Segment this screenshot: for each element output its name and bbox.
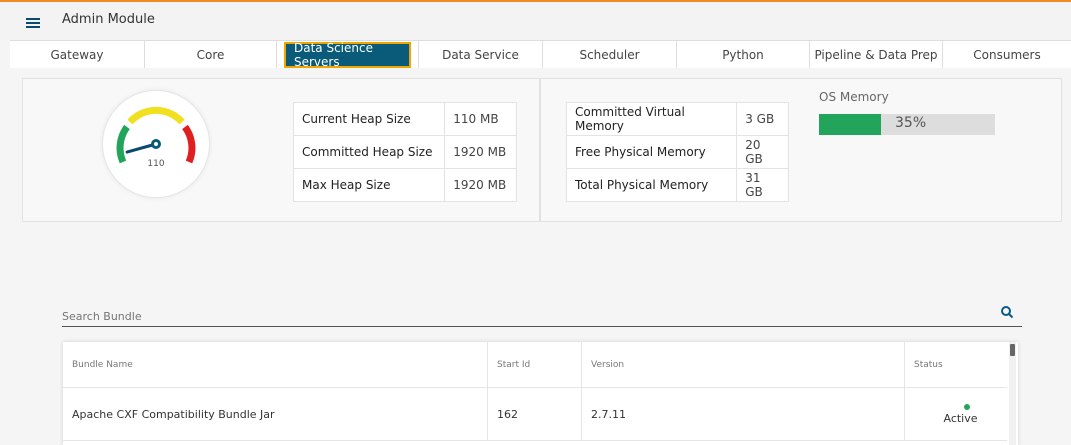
tab-consumers[interactable]: Consumers [943, 41, 1071, 68]
tab-python[interactable]: Python [677, 41, 810, 68]
heap-label: Current Heap Size [292, 102, 446, 136]
gauge-dial [116, 106, 196, 164]
search-icon[interactable] [1000, 305, 1014, 319]
search-bar [62, 305, 1022, 327]
status-text: Active [943, 411, 978, 425]
tab-label: Data Service [442, 47, 519, 62]
memory-value: 3 GB [736, 102, 789, 136]
memory-panel: Committed Virtual Memory 3 GB Free Physic… [540, 78, 1062, 222]
scroll-thumb[interactable] [1010, 344, 1015, 356]
table-row: Total Physical Memory 31 GB [565, 168, 789, 202]
table-header-row: Bundle Name Start Id Version Status [63, 342, 1007, 388]
tab-label: Core [196, 47, 225, 62]
table-scrollbar[interactable] [1009, 342, 1016, 445]
tab-label: Python [722, 47, 764, 62]
tab-label: Data Science Servers [284, 41, 411, 69]
memory-table: Committed Virtual Memory 3 GB Free Physic… [565, 102, 789, 202]
tab-label: Pipeline & Data Prep [814, 47, 938, 62]
tab-label: Scheduler [579, 47, 640, 62]
status-active-icon [964, 403, 970, 410]
heap-value: 110 MB [444, 102, 517, 136]
memory-label: Committed Virtual Memory [565, 102, 738, 136]
gauge-value: 110 [147, 159, 165, 169]
table-row: Max Heap Size 1920 MB [292, 168, 517, 202]
table-row[interactable]: Apache CXF Compatibility Bundle Jar 162 … [63, 388, 1007, 441]
tab-core[interactable]: Core [145, 41, 277, 68]
header-version[interactable]: Version [582, 342, 905, 387]
os-memory-label: OS Memory [819, 90, 889, 104]
search-input[interactable] [62, 306, 962, 323]
memory-value: 31 GB [736, 168, 789, 202]
heap-panel: 110 Current Heap Size 110 MB Committed He… [22, 78, 540, 222]
heap-label: Max Heap Size [292, 168, 446, 202]
tab-label: Gateway [50, 47, 104, 62]
tab-scheduler[interactable]: Scheduler [543, 41, 677, 68]
table-row: Current Heap Size 110 MB [292, 102, 517, 136]
os-memory-fill [819, 114, 881, 135]
memory-label: Free Physical Memory [565, 135, 738, 169]
header-start-id[interactable]: Start Id [488, 342, 582, 387]
memory-label: Total Physical Memory [565, 168, 738, 202]
os-memory-bar: 35% [819, 114, 995, 135]
memory-value: 20 GB [736, 135, 789, 169]
hamburger-icon[interactable] [26, 18, 40, 28]
table-row: Free Physical Memory 20 GB [565, 135, 789, 169]
module-tabs: Gateway Core Data Science Servers Data S… [10, 40, 1071, 69]
top-bar: Admin Module [0, 0, 1071, 40]
header-bundle-name[interactable]: Bundle Name [63, 342, 488, 387]
start-id-cell: 162 [488, 388, 582, 440]
tab-pipeline-data-prep[interactable]: Pipeline & Data Prep [810, 41, 943, 68]
status-cell: Active [905, 388, 1007, 440]
os-memory-percent: 35% [895, 115, 927, 131]
tab-data-service[interactable]: Data Service [419, 41, 543, 68]
heap-value: 1920 MB [444, 135, 517, 169]
heap-label: Committed Heap Size [292, 135, 446, 169]
heap-gauge: 110 [103, 91, 209, 197]
bundle-name-cell: Apache CXF Compatibility Bundle Jar [63, 388, 488, 440]
table-row: Committed Virtual Memory 3 GB [565, 102, 789, 136]
header-status[interactable]: Status [905, 342, 1007, 387]
version-cell: 2.7.11 [582, 388, 905, 440]
tab-data-science-servers[interactable]: Data Science Servers [277, 41, 419, 69]
tab-label: Consumers [973, 47, 1041, 62]
heap-value: 1920 MB [444, 168, 517, 202]
tab-gateway[interactable]: Gateway [10, 41, 145, 68]
app-title: Admin Module [62, 12, 155, 27]
heap-table: Current Heap Size 110 MB Committed Heap S… [292, 102, 517, 202]
table-row: Committed Heap Size 1920 MB [292, 135, 517, 169]
bundle-table: Bundle Name Start Id Version Status Apac… [63, 342, 1018, 445]
